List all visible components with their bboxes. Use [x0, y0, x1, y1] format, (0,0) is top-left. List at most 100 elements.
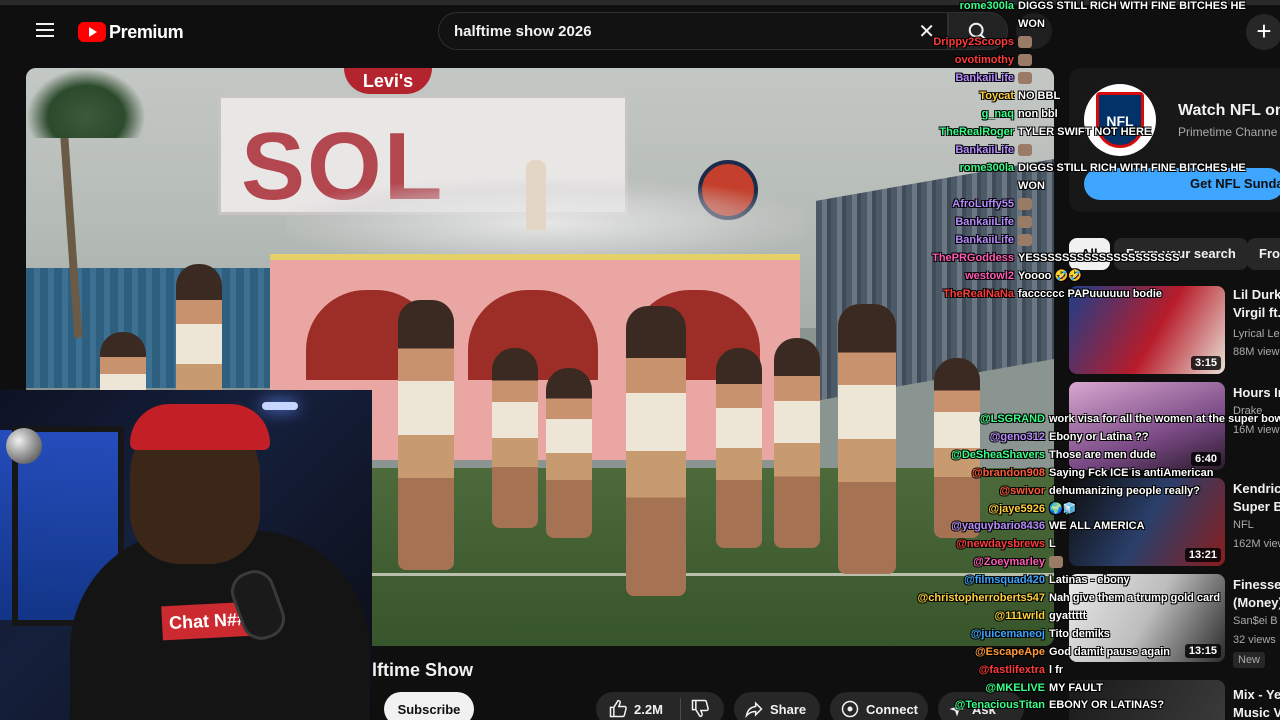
chat-message: Tito demiks — [1049, 627, 1110, 640]
ad-title[interactable]: Watch NFL on — [1178, 102, 1280, 120]
chat-username: @juicemaneoj — [970, 627, 1045, 640]
hamburger-menu-icon[interactable] — [30, 19, 60, 45]
rec-channel[interactable]: NFL — [1233, 519, 1254, 531]
chip-from[interactable]: Fro — [1247, 238, 1280, 270]
levis-sign: Levi's — [344, 68, 432, 94]
chat-message: Nah give them a trump gold card — [1049, 592, 1221, 604]
emote-icon — [1018, 144, 1032, 156]
connect-icon — [841, 700, 859, 718]
chat-message: EBONY OR LATINAS? — [1049, 699, 1165, 712]
chat-message — [1049, 556, 1065, 570]
youtube-premium-logo[interactable]: Premium — [78, 20, 184, 44]
chat-message: work visa for all the women at the super… — [1049, 413, 1280, 425]
chat-message: dehumanizing people really? — [1049, 484, 1200, 497]
ring-light — [262, 402, 298, 410]
rec-channel[interactable]: San$ei B — [1233, 615, 1278, 627]
chat-message: YESSSSSSSSSSSSSSSSSSSS — [1018, 252, 1180, 264]
chat-username: @swivor — [999, 484, 1045, 497]
chat-username: @christopherroberts547 — [917, 592, 1046, 604]
chat-username: @111wrld — [994, 609, 1045, 622]
duration-badge: 13:21 — [1184, 548, 1221, 562]
rec-title[interactable]: Finesse — [1233, 576, 1280, 594]
chat-username: ovotimothy — [954, 54, 1014, 66]
chat-message: 🌍🧊 — [1049, 502, 1077, 515]
chat-message: DIGGS STILL RICH WITH FINE BITCHES HE — [1018, 0, 1246, 12]
duration-badge: 13:15 — [1184, 644, 1221, 658]
rec-channel[interactable]: Lyrical Le — [1233, 328, 1280, 340]
rec-title[interactable]: Lil Durk — [1233, 286, 1280, 304]
chat-username: @fastlifextra — [978, 663, 1045, 676]
dislike-button[interactable] — [690, 698, 710, 720]
dancer — [838, 304, 896, 574]
logo-text: Premium — [109, 21, 184, 42]
chat-username: AfroLuffy55 — [952, 198, 1014, 210]
rec-title[interactable]: Music V — [1233, 704, 1280, 720]
rec-views: 32 views — [1233, 634, 1276, 646]
rec-views: 162M view — [1233, 538, 1280, 550]
chat-message: DIGGS STILL RICH WITH FINE BITCHES HE — [1018, 162, 1246, 174]
create-button[interactable]: + — [1246, 14, 1280, 50]
share-label: Share — [770, 701, 807, 717]
chat-username: Toycat — [979, 90, 1014, 102]
rec-views: 88M view — [1233, 346, 1280, 358]
subscribe-button[interactable]: Subscribe — [384, 692, 474, 720]
rec-title[interactable]: Virgil ft. — [1233, 304, 1280, 322]
palm-leaves — [26, 68, 146, 138]
chat-username: @geno312 — [989, 430, 1045, 443]
chat-message: L — [1049, 538, 1056, 551]
chat-username: ThePRGoddess — [932, 252, 1014, 264]
new-badge: New — [1233, 652, 1266, 668]
dancer — [774, 338, 820, 548]
chat-username: @Zoeymarley — [973, 556, 1045, 569]
chat-message — [1018, 36, 1034, 50]
chat-message: MY FAULT — [1049, 681, 1103, 694]
chat-message — [1018, 144, 1034, 158]
dancer — [398, 300, 454, 570]
chat-message: Those are men dude — [1049, 448, 1156, 461]
chat-username: rome300la — [959, 0, 1014, 12]
connect-label: Connect — [866, 701, 918, 717]
share-button[interactable]: Share — [734, 692, 820, 720]
chat-username: BankaiiLife — [955, 72, 1014, 84]
chat-username: westowl2 — [965, 270, 1014, 282]
connect-button[interactable]: Connect — [830, 692, 928, 720]
search-input[interactable]: halftime show 2026 ✕ — [438, 12, 948, 50]
chat-message: Yoooo 🤣🤣 — [1018, 270, 1082, 282]
chat-username: BankaiiLife — [955, 216, 1014, 228]
chat-username: @jaye5926 — [988, 502, 1045, 515]
chat-username: Drippy2Scoops — [933, 36, 1014, 48]
emote-icon — [1018, 72, 1032, 84]
chat-username: @filmsquad420 — [963, 574, 1045, 587]
rec-title[interactable]: Mix - Ye — [1233, 686, 1280, 704]
dancer — [626, 306, 686, 596]
chat-message: Saying Fck ICE is antiAmerican — [1049, 466, 1214, 479]
chat-username: @MKELIVE — [985, 681, 1045, 694]
chat-message — [1018, 54, 1034, 68]
dancer — [492, 348, 538, 528]
emote-icon — [1018, 54, 1032, 66]
chat-message: God damit pause again — [1049, 645, 1171, 658]
emote-icon — [1018, 36, 1032, 48]
emote-icon — [1018, 198, 1032, 210]
chat-message: WE ALL AMERICA — [1049, 520, 1145, 533]
rec-title[interactable]: (Money) — [1233, 594, 1280, 612]
rec-title[interactable]: Super B — [1233, 498, 1280, 516]
chat-username: rome300la — [959, 162, 1014, 174]
red-cap — [130, 404, 270, 450]
ad-subtitle: Primetime Channe — [1178, 125, 1278, 139]
thumbs-up-icon — [609, 699, 627, 718]
emote-icon — [1049, 556, 1063, 569]
like-count: 2.2M — [634, 701, 663, 717]
chat-username: BankaiiLife — [955, 234, 1014, 246]
like-divider — [680, 698, 681, 720]
rec-title[interactable]: Hours In — [1233, 384, 1280, 402]
play-icon — [78, 22, 106, 42]
chat-username: @TenaciousTitan — [954, 699, 1045, 712]
chat-username: TheRealNaNa — [943, 288, 1014, 300]
chat-username: @newdaysbrews — [956, 538, 1045, 551]
rec-title[interactable]: Kendrick — [1233, 480, 1280, 498]
dancer — [546, 368, 592, 538]
search-query[interactable]: halftime show 2026 — [454, 23, 592, 40]
emote-icon — [1018, 234, 1032, 246]
chat-message: Ebony or Latina ?? — [1049, 430, 1149, 443]
